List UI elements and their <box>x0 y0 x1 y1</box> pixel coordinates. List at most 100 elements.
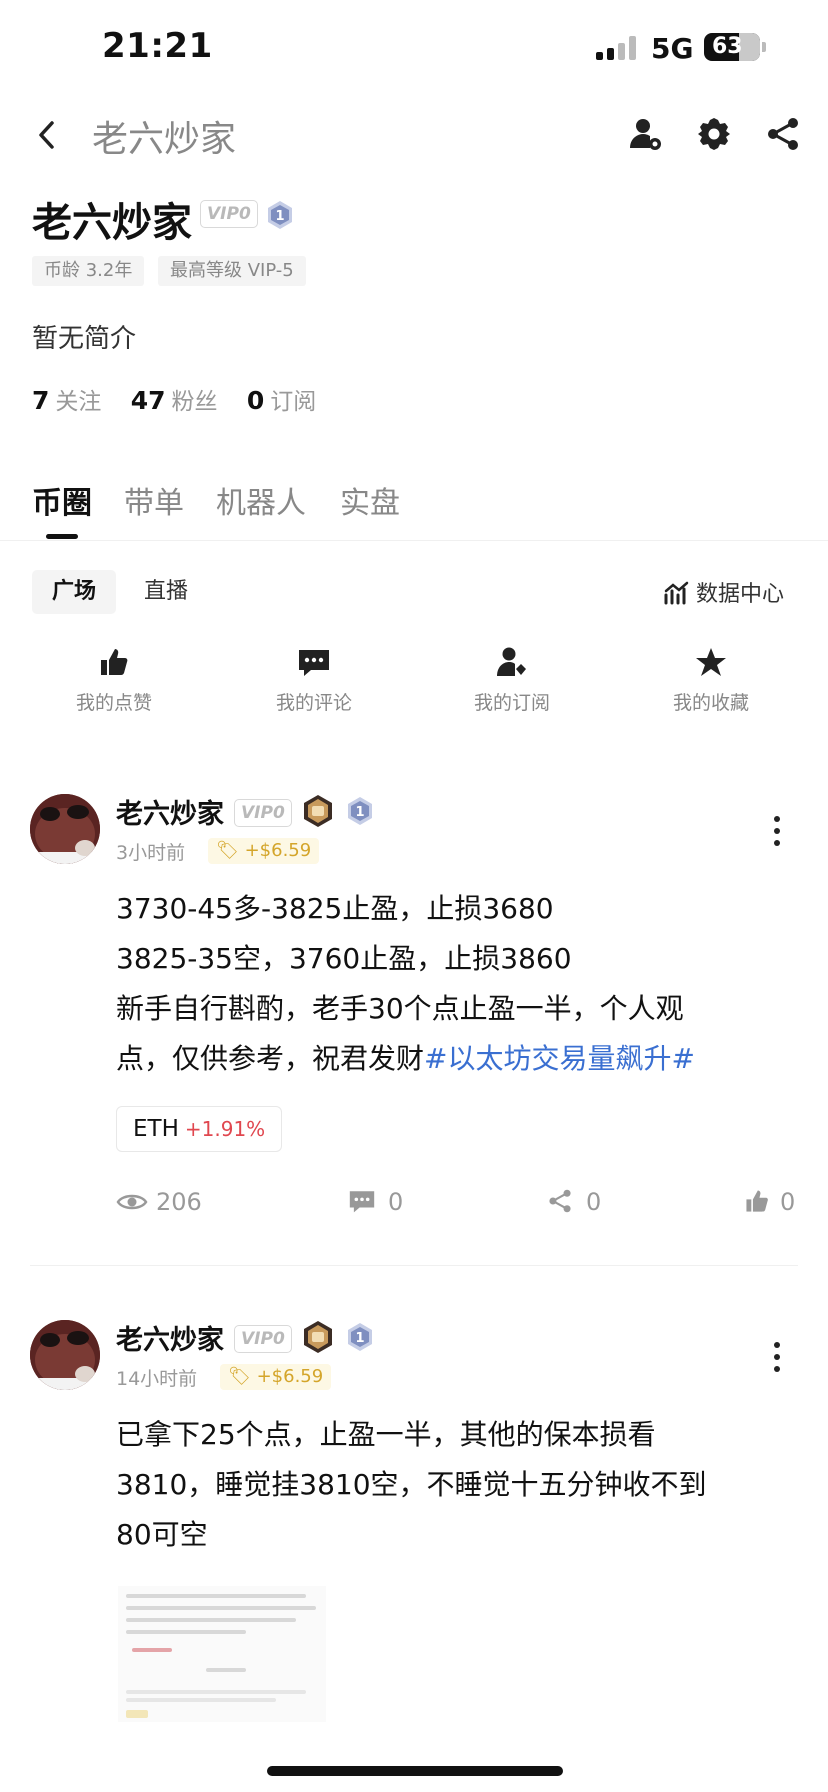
chart-icon <box>664 581 689 605</box>
coin-chip[interactable]: ETH +1.91% <box>116 1106 283 1152</box>
post-line: 3810，睡觉挂3810空，不睡觉十五分钟收不到 <box>116 1468 707 1501</box>
tab-copy-trading[interactable]: 带单 <box>124 478 184 522</box>
post-content[interactable]: 3730-45多-3825止盈，止损3680 3825-35空，3760止盈，止… <box>116 884 796 1084</box>
like-button[interactable]: 0 <box>744 1188 795 1216</box>
tip-amount: +$6.59 <box>244 840 312 861</box>
avatar[interactable] <box>30 794 100 864</box>
post-author[interactable]: 老六炒家 <box>116 792 224 831</box>
comment-icon <box>299 650 329 676</box>
post-image-thumbnail[interactable] <box>118 1586 326 1722</box>
hashtag-link[interactable]: #以太坊交易量飙升# <box>424 1042 695 1075</box>
following-count: 7 <box>32 386 50 415</box>
user-settings-button[interactable] <box>628 116 664 156</box>
followers-count: 47 <box>130 386 166 415</box>
hexagon-level-icon: 1 <box>348 797 372 825</box>
gear-icon <box>698 118 730 150</box>
profile-stats: 7 关注 47 粉丝 0 订阅 <box>32 382 316 416</box>
medal-badge <box>302 1320 334 1358</box>
post-time: 14小时前 <box>116 1368 198 1390</box>
thumbs-up-icon <box>746 1190 768 1212</box>
my-likes-button[interactable]: 我的点赞 <box>54 646 174 715</box>
comment-button[interactable]: 0 <box>348 1188 403 1216</box>
tip-badge[interactable]: 🏷 +$6.59 <box>208 838 320 864</box>
share-button[interactable] <box>766 116 800 156</box>
tab-live-account[interactable]: 实盘 <box>340 478 400 522</box>
my-favorites-label: 我的收藏 <box>672 692 749 714</box>
coin-symbol: ETH <box>133 1116 179 1142</box>
views-count: 206 <box>116 1188 202 1216</box>
share-icon <box>549 1189 571 1213</box>
my-subscriptions-button[interactable]: 我的订阅 <box>452 646 572 715</box>
my-comments-button[interactable]: 我的评论 <box>254 646 374 715</box>
following-stat[interactable]: 7 关注 <box>32 386 102 415</box>
profile-name: 老六炒家 <box>32 200 192 246</box>
level-badge-number: 1 <box>275 209 284 224</box>
post-level-badge: 1 <box>346 1322 374 1356</box>
coin-age-chip: 币龄 3.2年 <box>32 256 145 286</box>
post-level-number: 1 <box>355 1331 364 1346</box>
post-line: 3730-45多-3825止盈，止损3680 <box>116 892 554 925</box>
post-line: 新手自行斟酌，老手30个点止盈一半，个人观 <box>116 992 684 1025</box>
back-button[interactable] <box>34 118 60 156</box>
my-subscriptions-label: 我的订阅 <box>473 692 550 714</box>
tip-badge[interactable]: 🏷 +$6.59 <box>220 1364 332 1390</box>
eye-icon <box>116 1194 148 1210</box>
my-favorites-button[interactable]: 我的收藏 <box>651 646 771 715</box>
battery-icon: 63 <box>704 33 760 61</box>
star-icon <box>696 648 726 676</box>
tab-indicator <box>46 534 78 539</box>
data-center-link[interactable]: 数据中心 <box>664 576 784 608</box>
tag-icon: 🏷 <box>228 1366 251 1387</box>
scroll-medal-icon <box>304 795 332 827</box>
my-comments-label: 我的评论 <box>275 692 352 714</box>
post-line: 已拿下25个点，止盈一半，其他的保本损看 <box>116 1418 656 1451</box>
post-line: 80可空 <box>116 1518 208 1551</box>
following-label: 关注 <box>55 389 102 415</box>
more-options-button[interactable] <box>774 816 780 852</box>
chevron-left-icon <box>39 121 54 149</box>
followers-label: 粉丝 <box>171 389 218 415</box>
battery-level: 63 <box>712 34 743 59</box>
post-level-number: 1 <box>355 805 364 820</box>
subtab-live[interactable]: 直播 <box>124 570 208 614</box>
medal-badge <box>302 794 334 832</box>
settings-button[interactable] <box>696 116 732 156</box>
post-vip-badge: VIP0 <box>234 1325 292 1353</box>
tag-icon: 🏷 <box>216 840 239 861</box>
tab-coin-circle[interactable]: 币圈 <box>32 478 92 522</box>
post-content[interactable]: 已拿下25个点，止盈一半，其他的保本损看 3810，睡觉挂3810空，不睡觉十五… <box>116 1410 796 1560</box>
tabs-divider <box>0 540 828 541</box>
battery-tip <box>762 42 766 52</box>
max-level-chip: 最高等级 VIP-5 <box>158 256 306 286</box>
subscriptions-stat[interactable]: 0 订阅 <box>247 386 317 415</box>
user-check-icon <box>497 647 526 676</box>
subscriptions-label: 订阅 <box>270 389 317 415</box>
hexagon-level-icon: 1 <box>348 1323 372 1351</box>
hexagon-level-icon: 1 <box>268 201 292 229</box>
signal-icon <box>596 36 640 60</box>
followers-stat[interactable]: 47 粉丝 <box>130 386 218 415</box>
post-time: 3小时前 <box>116 842 186 864</box>
status-time: 21:21 <box>102 26 213 66</box>
post-line: 点，仅供参考，祝君发财#以太坊交易量飙升# <box>116 1042 695 1075</box>
tab-robot[interactable]: 机器人 <box>216 478 306 522</box>
user-settings-icon <box>630 119 661 150</box>
scroll-medal-icon <box>304 1321 332 1353</box>
more-options-button[interactable] <box>774 1342 780 1378</box>
home-indicator <box>267 1766 563 1776</box>
level-badge: 1 <box>266 200 294 234</box>
avatar-image <box>30 1320 100 1390</box>
post-vip-badge: VIP0 <box>234 799 292 827</box>
avatar[interactable] <box>30 1320 100 1390</box>
post-line: 3825-35空，3760止盈，止损3860 <box>116 942 572 975</box>
network-label: 5G <box>651 32 694 65</box>
subtab-square[interactable]: 广场 <box>32 570 117 614</box>
post-level-badge: 1 <box>346 796 374 830</box>
vip-badge: VIP0 <box>200 200 258 228</box>
header-title: 老六炒家 <box>92 119 237 160</box>
share-icon <box>768 118 798 150</box>
post-divider <box>30 1265 798 1266</box>
post-author[interactable]: 老六炒家 <box>116 1318 224 1357</box>
share-post-button[interactable]: 0 <box>548 1188 601 1216</box>
my-likes-label: 我的点赞 <box>75 692 152 714</box>
